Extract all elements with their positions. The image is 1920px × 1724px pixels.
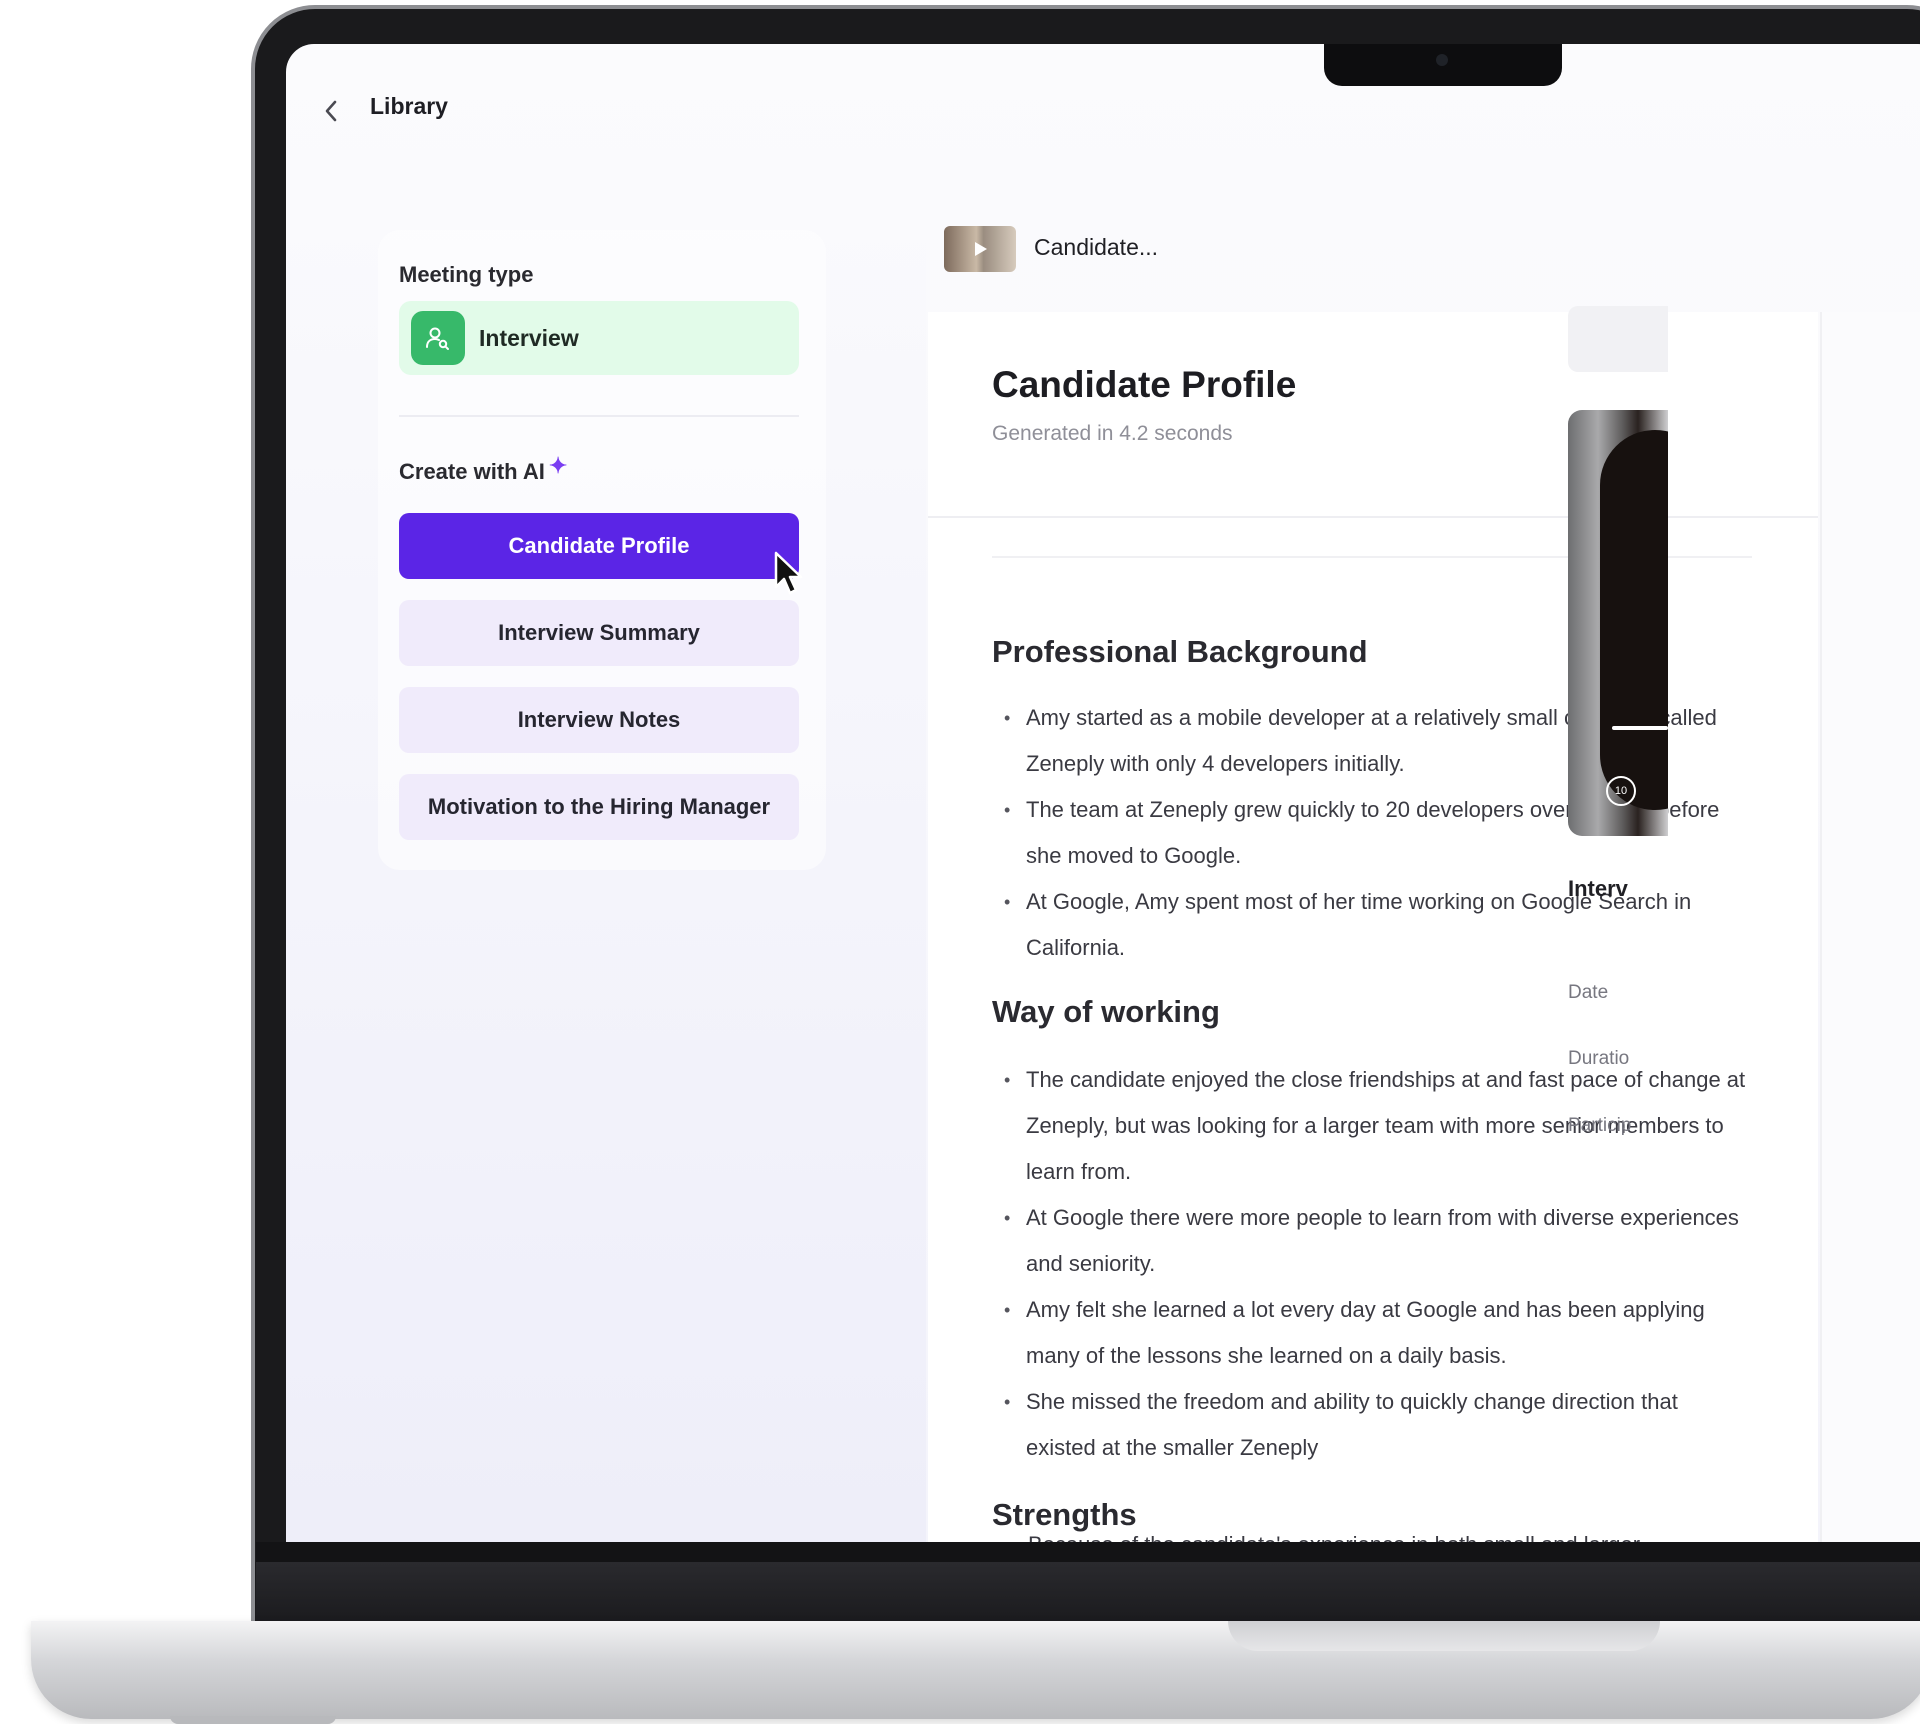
list-item: Amy felt she learned a lot every day at … xyxy=(992,1287,1752,1379)
breadcrumb-library[interactable]: Library xyxy=(370,93,448,120)
date-field-label: Date xyxy=(1568,982,1609,1003)
sparkle-icon: ✦ xyxy=(548,453,568,478)
list-item: At Google, Amy spent most of her time wo… xyxy=(992,879,1752,971)
laptop-foot-left xyxy=(170,1716,336,1724)
create-with-ai-label: Create with AI ✦ xyxy=(399,453,567,485)
details-pane xyxy=(1820,312,1920,1542)
section-heading-professional-background: Professional Background xyxy=(992,634,1368,669)
recording-title[interactable]: Candidate... xyxy=(1034,234,1158,261)
motivation-hiring-manager-button[interactable]: Motivation to the Hiring Manager xyxy=(399,774,799,840)
candidate-profile-button[interactable]: Candidate Profile xyxy=(399,513,799,579)
way-of-working-list: The candidate enjoyed the close friendsh… xyxy=(992,1057,1752,1471)
person-search-icon xyxy=(411,311,465,365)
document-subtitle: Generated in 4.2 seconds xyxy=(992,422,1233,445)
video-player[interactable] xyxy=(1568,410,1668,836)
camera-notch xyxy=(1324,44,1562,86)
back-chevron-icon[interactable] xyxy=(316,96,346,126)
meeting-type-value: Interview xyxy=(479,324,579,351)
list-item: The candidate enjoyed the close friendsh… xyxy=(992,1057,1752,1195)
video-progress-bar[interactable] xyxy=(1612,726,1668,730)
details-toolbar-pill[interactable] xyxy=(1568,306,1668,372)
sidebar-divider xyxy=(399,415,799,417)
laptop-chin xyxy=(256,1562,1920,1622)
app-screen: Library Meeting type Interview Create wi… xyxy=(286,44,1920,1542)
meeting-type-selector[interactable]: Interview xyxy=(399,301,799,375)
meeting-type-label: Meeting type xyxy=(399,262,534,287)
recording-thumbnail[interactable] xyxy=(944,226,1016,272)
participants-field-label: Particip xyxy=(1568,1115,1632,1136)
strengths-first-line: Because of the candidate's experience in… xyxy=(1028,1522,1640,1542)
interview-details-title: Interv xyxy=(1568,876,1628,901)
duration-field-label: Duratio xyxy=(1568,1048,1630,1069)
interview-notes-button[interactable]: Interview Notes xyxy=(399,687,799,753)
list-item: She missed the freedom and ability to qu… xyxy=(992,1379,1752,1471)
section-heading-way-of-working: Way of working xyxy=(992,994,1220,1029)
interview-summary-button[interactable]: Interview Summary xyxy=(399,600,799,666)
document-header: Candidate Profile Generated in 4.2 secon… xyxy=(928,312,1818,518)
mouse-cursor-icon xyxy=(774,551,804,602)
document-panel: Candidate Profile Generated in 4.2 secon… xyxy=(928,312,1818,1542)
create-with-ai-text: Create with AI xyxy=(399,459,545,484)
list-item: At Google there were more people to lear… xyxy=(992,1195,1752,1287)
top-bar: Library xyxy=(286,44,1920,184)
document-title: Candidate Profile xyxy=(992,364,1297,405)
rewind-10-icon[interactable]: 10 xyxy=(1606,776,1636,806)
laptop-opening-notch xyxy=(1228,1621,1660,1651)
